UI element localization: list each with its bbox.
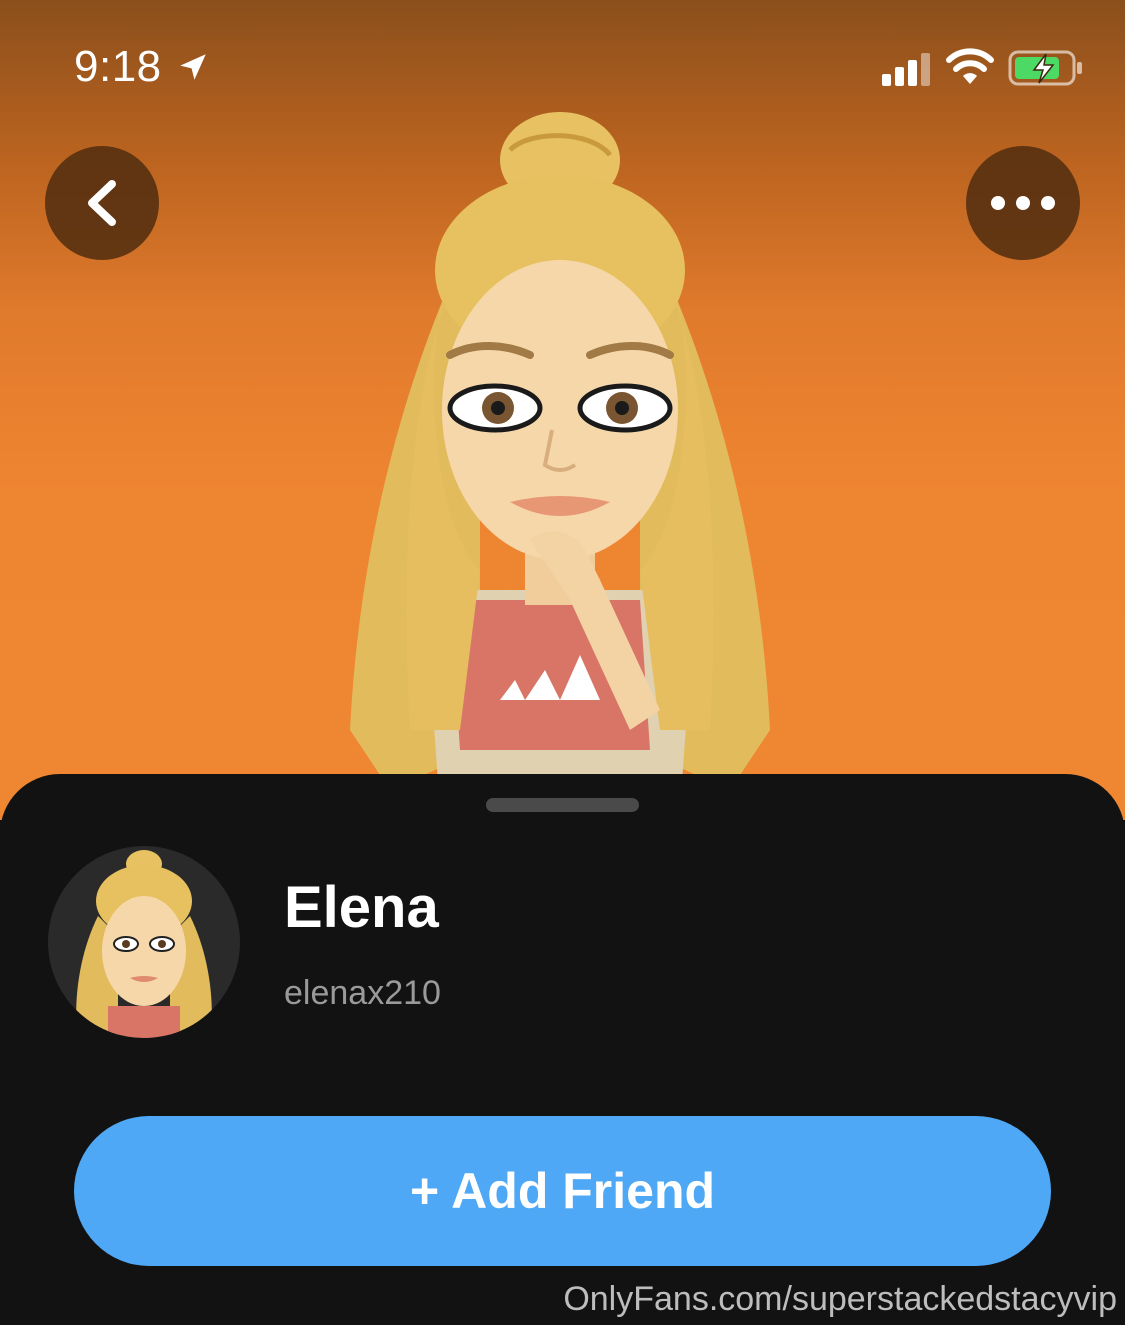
chevron-left-icon — [88, 180, 116, 226]
ellipsis-icon — [991, 196, 1055, 210]
status-time: 9:18 — [74, 42, 162, 91]
more-options-button[interactable] — [966, 146, 1080, 260]
status-bar: 9:18 — [0, 0, 1125, 130]
sheet-grabber[interactable] — [486, 798, 639, 812]
back-button[interactable] — [45, 146, 159, 260]
battery-charging-icon — [1008, 50, 1082, 86]
avatar[interactable] — [48, 846, 240, 1038]
add-friend-button[interactable]: + Add Friend — [74, 1116, 1051, 1266]
username: elenax210 — [284, 974, 441, 1012]
wifi-icon — [946, 48, 994, 84]
display-name: Elena — [284, 875, 439, 940]
cellular-signal-icon — [882, 53, 930, 86]
watermark: OnlyFans.com/superstackedstacyvip — [563, 1280, 1117, 1318]
profile-sheet: Elena elenax210 + Add Friend — [0, 774, 1125, 1325]
bitmoji-avatar-thumbnail — [76, 850, 212, 1038]
bitmoji-avatar-full — [350, 112, 770, 810]
profile-hero: 9:18 — [0, 0, 1125, 820]
location-arrow-icon — [180, 54, 206, 80]
